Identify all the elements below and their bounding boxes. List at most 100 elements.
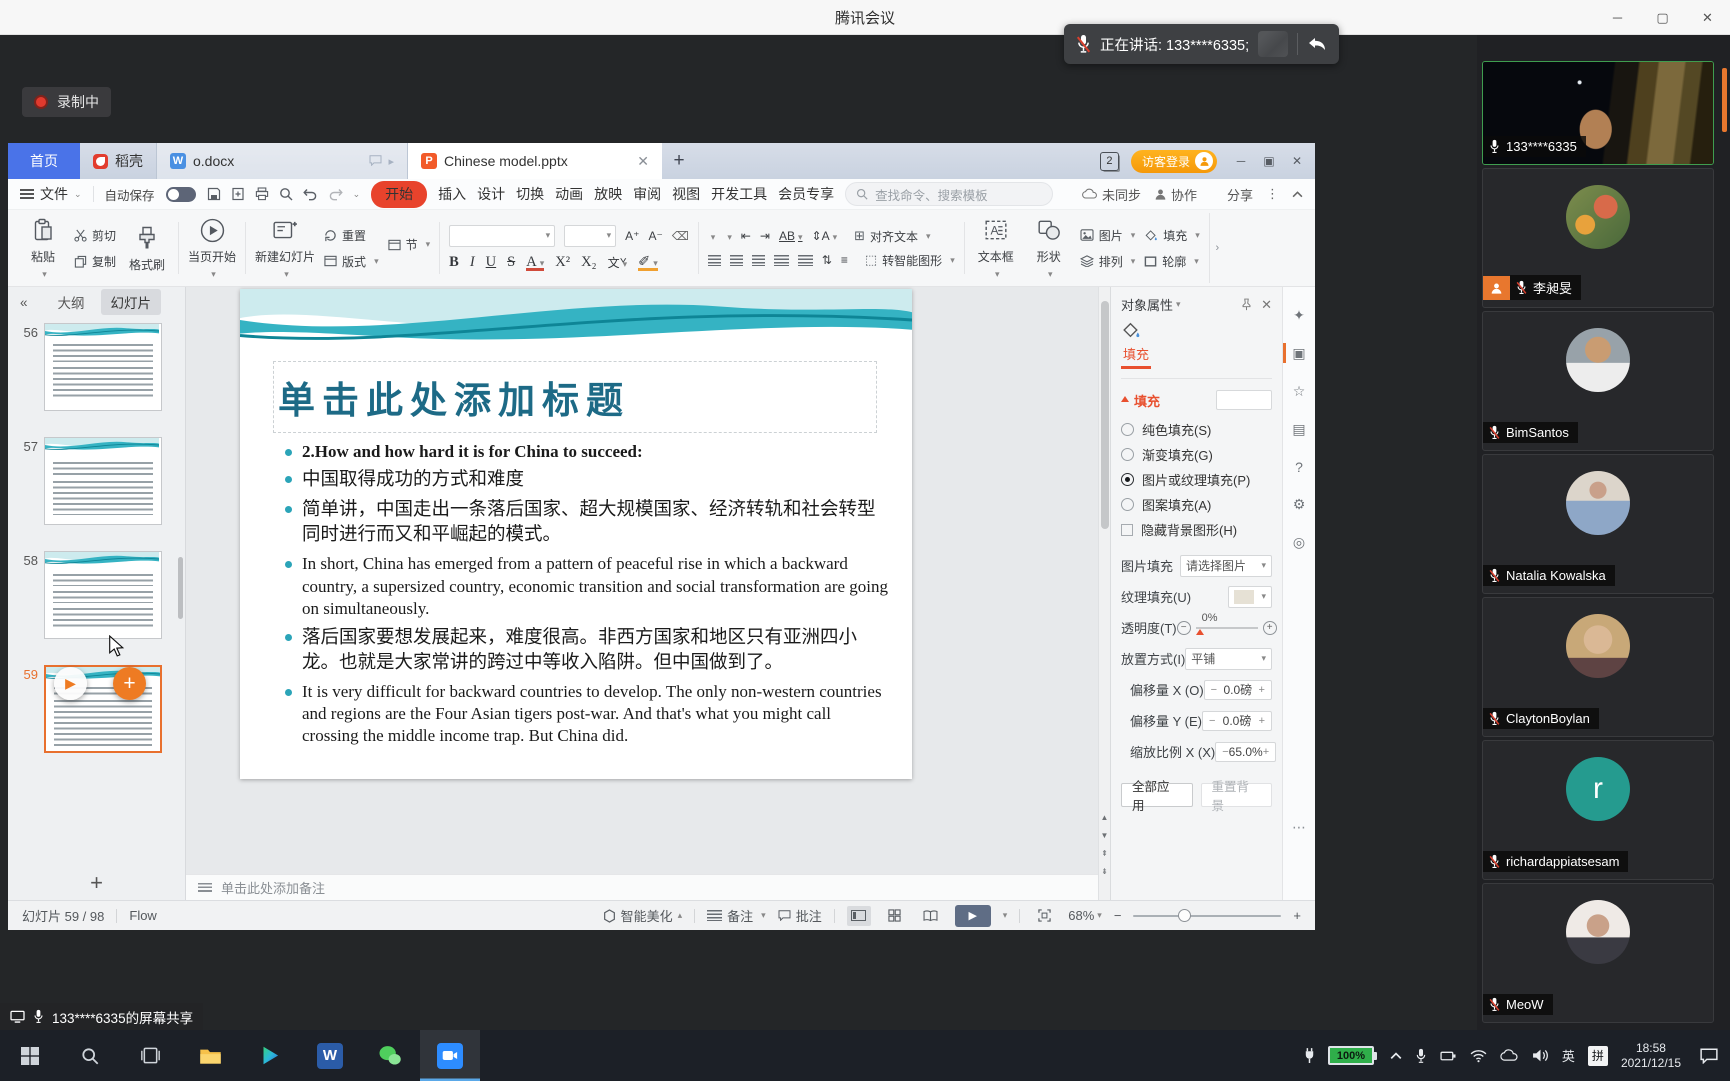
texture-fill-select[interactable]: ▾	[1228, 586, 1272, 608]
file-explorer-button[interactable]	[180, 1030, 240, 1081]
canvas-scrollbar[interactable]: ▲ ▼ ⇞ ⇟	[1098, 287, 1110, 900]
more-menu-icon[interactable]: ⋮	[1266, 186, 1279, 202]
wps-close-icon[interactable]: ✕	[1285, 149, 1309, 173]
action-center-icon[interactable]	[1700, 1048, 1718, 1064]
reply-arrow-icon[interactable]	[1307, 36, 1327, 52]
menu-start[interactable]: 开始	[371, 181, 427, 208]
tab-docer[interactable]: 稻壳	[80, 143, 156, 179]
export-icon[interactable]	[231, 187, 245, 201]
distribute-icon[interactable]	[798, 255, 813, 266]
justify-icon[interactable]	[774, 255, 789, 266]
media-app-button[interactable]	[240, 1030, 300, 1081]
stepper-plus-icon[interactable]: +	[1259, 715, 1265, 727]
battery-indicator[interactable]: 100%	[1328, 1046, 1377, 1065]
italic-button[interactable]: I	[470, 254, 475, 271]
meeting-app-button[interactable]	[420, 1030, 480, 1081]
wifi-icon[interactable]	[1470, 1049, 1487, 1063]
settings-icon[interactable]: ⚙	[1283, 496, 1315, 513]
font-color-button[interactable]: A	[526, 254, 544, 271]
radio-picture-fill[interactable]: 图片或纹理填充(P)	[1121, 467, 1272, 492]
bold-button[interactable]: B	[449, 254, 459, 271]
align-center-icon[interactable]	[730, 255, 743, 266]
notes-bar[interactable]: 单击此处添加备注	[186, 874, 1098, 900]
smart-beautify-button[interactable]: 智能美化▴	[603, 906, 683, 925]
reset-button[interactable]: 重置	[324, 227, 379, 244]
para-spacing-icon[interactable]: ≡	[841, 253, 848, 267]
zoom-level[interactable]: 68%	[1068, 908, 1102, 923]
stepper-minus-icon[interactable]: −	[1211, 684, 1217, 696]
align-text-button[interactable]: ⊞对齐文本	[854, 228, 930, 245]
quick-add-slide-button[interactable]: +	[113, 667, 146, 700]
favorites-icon[interactable]: ☆	[1283, 383, 1315, 400]
window-count-badge[interactable]: 2	[1100, 152, 1119, 171]
comments-button[interactable]: 批注	[778, 906, 822, 925]
tray-mic-icon[interactable]	[1415, 1048, 1427, 1064]
scroll-up-icon[interactable]: ▲	[1101, 813, 1109, 822]
title-placeholder-box[interactable]: 单击此处添加标题	[273, 361, 877, 433]
play-options-icon[interactable]: ▾	[1003, 910, 1008, 921]
zoom-out-button[interactable]: −	[1114, 908, 1122, 923]
print-icon[interactable]	[255, 187, 269, 201]
cut-button[interactable]: 剪切	[74, 227, 116, 244]
participant-tile[interactable]: 李昶旻	[1482, 168, 1714, 308]
participant-tile[interactable]: MeoW	[1482, 883, 1714, 1023]
increase-font-button[interactable]: A⁺	[625, 229, 639, 243]
new-slide-button[interactable]: 新建幻灯片	[255, 216, 315, 280]
tab-close-icon[interactable]: ✕	[637, 153, 649, 170]
arrange-button[interactable]: 排列	[1080, 253, 1136, 270]
section-collapse-icon[interactable]	[1121, 396, 1129, 402]
notes-button[interactable]: 备注	[707, 906, 766, 925]
font-name-select[interactable]	[449, 225, 555, 247]
transparency-plus-icon[interactable]: +	[1263, 621, 1277, 635]
menu-transition[interactable]: 切换	[516, 184, 544, 204]
shapes-button[interactable]: 形状	[1027, 216, 1071, 280]
layout-button[interactable]: 版式	[324, 253, 379, 270]
textbox-button[interactable]: 文本框	[974, 216, 1018, 280]
numbered-list-button[interactable]	[724, 229, 732, 243]
onedrive-cloud-icon[interactable]	[1500, 1049, 1519, 1062]
task-view-button[interactable]	[120, 1030, 180, 1081]
fill-tab[interactable]: 填充	[1121, 342, 1151, 369]
fill-style-select[interactable]	[1216, 390, 1272, 410]
subscript-button[interactable]: X₂	[581, 254, 597, 271]
paste-button[interactable]: 粘贴	[21, 216, 65, 280]
slideshow-play-button[interactable]: ▶	[955, 905, 991, 927]
slide-59[interactable]: 单击此处添加标题 2.How and how hard it is for Ch…	[240, 289, 912, 779]
command-search-input[interactable]: 查找命令、搜索模板	[845, 182, 1053, 206]
wechat-app-button[interactable]	[360, 1030, 420, 1081]
next-slide-icon[interactable]: ⇟	[1101, 867, 1108, 876]
quick-play-button[interactable]: ▶	[54, 667, 87, 700]
offset-y-stepper[interactable]: −0.0磅+	[1202, 711, 1272, 731]
ime-pinyin-icon[interactable]: 拼	[1588, 1046, 1608, 1066]
underline-button[interactable]: U	[486, 254, 496, 271]
line-spacing-button[interactable]: ⇕A	[812, 229, 838, 243]
zoom-in-button[interactable]: +	[1293, 908, 1301, 923]
fit-slide-button[interactable]	[1032, 906, 1056, 926]
menu-insert[interactable]: 插入	[438, 184, 466, 204]
transparency-marker[interactable]	[1196, 629, 1204, 635]
scale-x-stepper[interactable]: −65.0%+	[1215, 742, 1276, 762]
effects-icon[interactable]: ✦	[1283, 307, 1315, 324]
canvas-scrollbar-thumb[interactable]	[1101, 301, 1109, 529]
wps-minimize-icon[interactable]: ─	[1229, 149, 1253, 173]
stepper-plus-icon[interactable]: +	[1259, 684, 1265, 696]
fill-button[interactable]: 填充	[1144, 227, 1200, 244]
menu-devtools[interactable]: 开发工具	[711, 184, 767, 204]
increase-indent-button[interactable]: ⇥	[760, 229, 770, 243]
tab-outline[interactable]: 大纲	[58, 292, 85, 312]
flow-mode-label[interactable]: Flow	[129, 908, 156, 923]
checkbox-hide-background[interactable]: 隐藏背景图形(H)	[1121, 517, 1272, 542]
normal-view-button[interactable]	[847, 906, 871, 926]
start-button[interactable]	[0, 1030, 60, 1081]
participant-tile[interactable]: BimSantos	[1482, 311, 1714, 451]
new-tab-button[interactable]: +	[662, 143, 696, 179]
apply-all-button[interactable]: 全部应用	[1121, 783, 1193, 807]
decrease-indent-button[interactable]: ⇤	[741, 229, 751, 243]
outline-button[interactable]: 轮廓	[1144, 253, 1200, 270]
copy-button[interactable]: 复制	[74, 253, 116, 270]
stepper-minus-icon[interactable]: −	[1209, 715, 1215, 727]
bullet-list-button[interactable]	[708, 229, 716, 243]
tab-home[interactable]: 首页	[8, 143, 80, 179]
scroll-down-icon[interactable]: ▼	[1101, 831, 1109, 840]
ime-language[interactable]: 英	[1562, 1046, 1575, 1065]
